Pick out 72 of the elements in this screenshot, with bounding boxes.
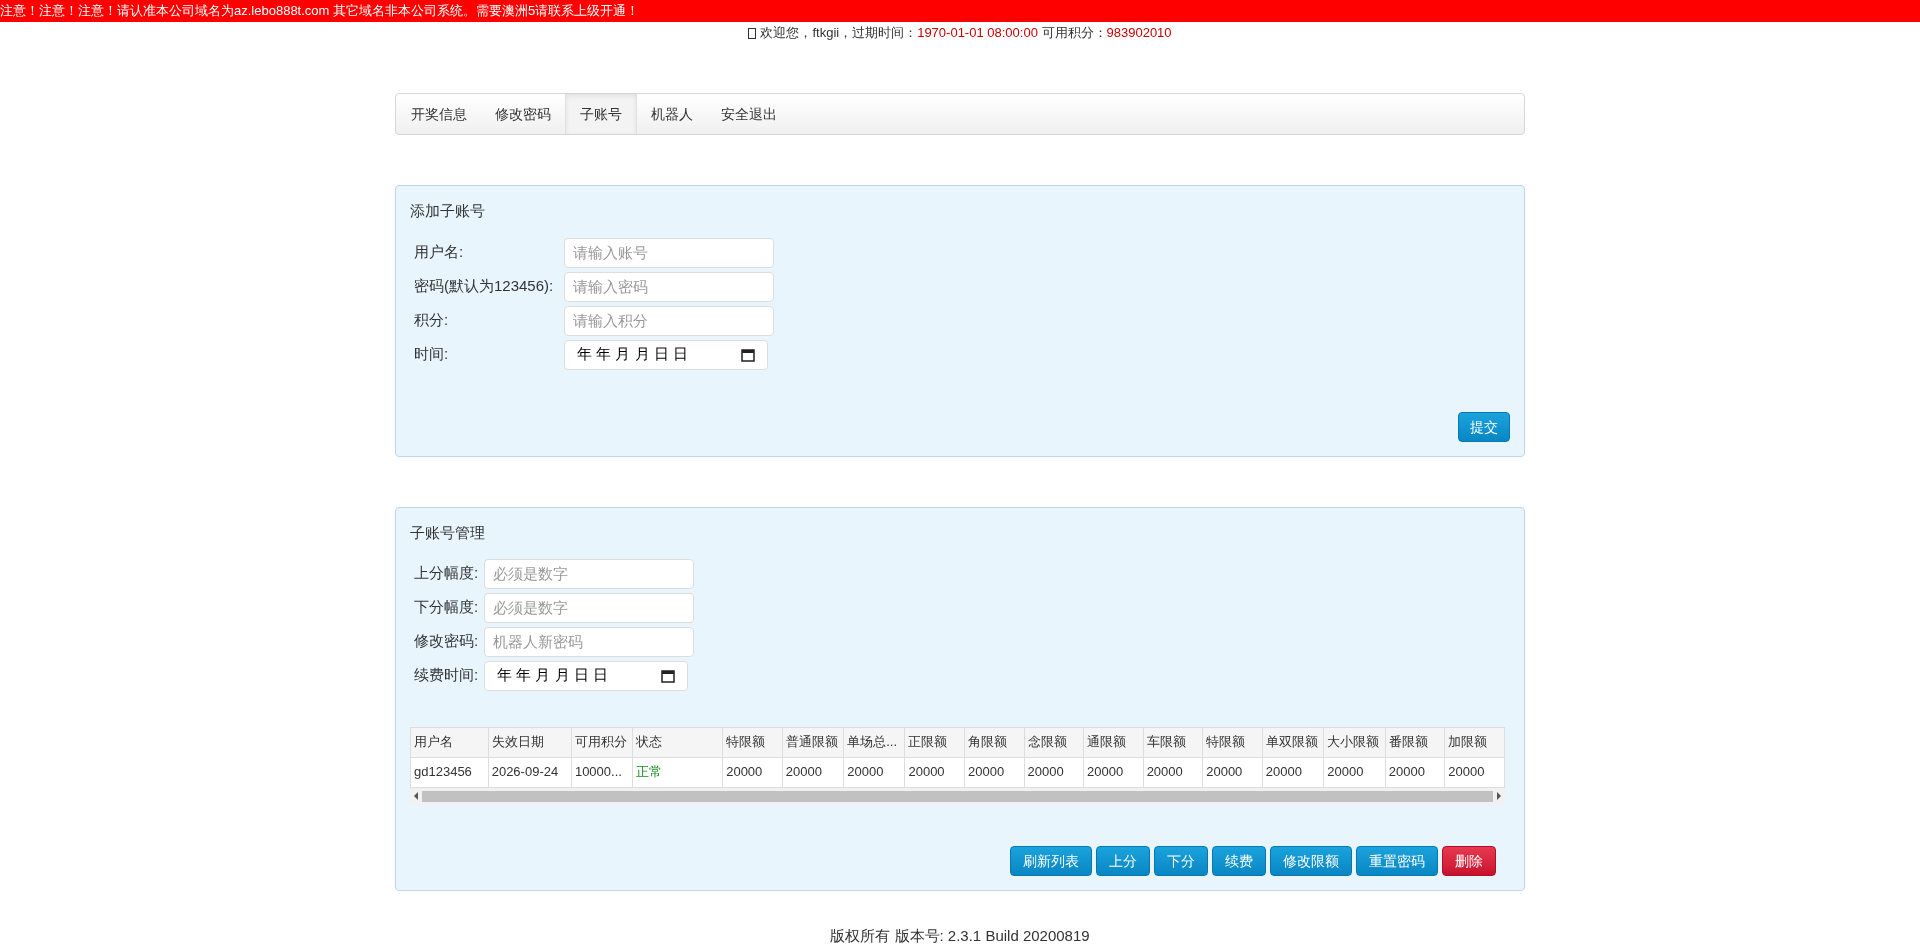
date-field[interactable]: 年 年 月 月 日 日 (564, 339, 768, 370)
nav-tab[interactable]: 机器人 (637, 94, 707, 134)
action-button[interactable]: 修改限额 (1270, 846, 1352, 876)
table-cell: 20000 (722, 757, 783, 787)
input-field[interactable]: 请输入账号 (564, 237, 774, 268)
table-cell: 20000 (1083, 757, 1144, 787)
calendar-icon (661, 668, 675, 683)
field-label: 修改密码: (413, 631, 480, 652)
input-field[interactable]: 必须是数字 (484, 592, 694, 623)
column-header: 念限额 (1024, 727, 1084, 757)
welcome-text: 欢迎您，ftkgii，过期时间：1970-01-01 08:00:00 可用积分：983902010 (760, 24, 1172, 43)
submit-button[interactable]: 提交 (1458, 412, 1510, 442)
column-header: 普通限额 (782, 727, 844, 757)
column-header: 加限额 (1444, 727, 1505, 757)
table-cell: 正常 (632, 757, 723, 787)
column-header: 可用积分 (571, 727, 633, 757)
column-header: 失效日期 (488, 727, 572, 757)
table-cell: 20000 (1444, 757, 1505, 787)
column-header: 正限额 (904, 727, 965, 757)
column-header: 单双限额 (1262, 727, 1324, 757)
calendar-icon (741, 347, 755, 362)
input-field[interactable]: 必须是数字 (484, 558, 694, 589)
action-button[interactable]: 上分 (1096, 846, 1150, 876)
column-header: 通限额 (1083, 727, 1144, 757)
field-label: 密码(默认为123456): (413, 276, 555, 297)
scroll-right-icon[interactable] (1495, 792, 1503, 800)
table-cell: 20000 (1202, 757, 1263, 787)
column-header: 单场总... (843, 727, 905, 757)
column-header: 番限额 (1385, 727, 1445, 757)
table-cell: 20000 (1323, 757, 1386, 787)
field-label: 续费时间: (413, 665, 480, 686)
column-header: 车限额 (1143, 727, 1203, 757)
input-field[interactable]: 机器人新密码 (484, 626, 694, 657)
table-cell: 20000 (843, 757, 905, 787)
footer-text: 版权所有 版本号: 2.3.1 Build 20200819 (830, 926, 1090, 946)
panel-title: 添加子账号 (410, 201, 486, 221)
action-button[interactable]: 删除 (1442, 846, 1496, 876)
input-field[interactable]: 请输入积分 (564, 305, 774, 336)
nav-tab[interactable]: 安全退出 (707, 94, 791, 134)
table-cell: 10000... (571, 757, 633, 787)
notice-bar: 注意！注意！注意！请认准本公司域名为az.lebo888t.com 其它域名非本公司系统。需要澳洲5请联系上级开通！ (0, 0, 1920, 22)
table-cell: 20000 (904, 757, 965, 787)
field-label: 积分: (413, 310, 450, 331)
action-button[interactable]: 重置密码 (1356, 846, 1438, 876)
table-cell: 2026-09-24 (488, 757, 572, 787)
nav-tab[interactable]: 开奖信息 (397, 94, 481, 134)
column-header: 用户名 (410, 727, 489, 757)
scroll-left-icon[interactable] (412, 792, 420, 800)
table-cell: 20000 (1024, 757, 1084, 787)
field-label: 用户名: (413, 242, 465, 263)
field-label: 下分幅度: (413, 597, 480, 618)
action-button[interactable]: 下分 (1154, 846, 1208, 876)
panel-title: 子账号管理 (410, 523, 486, 543)
column-header: 角限额 (964, 727, 1025, 757)
column-header: 状态 (632, 727, 723, 757)
nav-tab[interactable]: 子账号 (565, 94, 637, 134)
nav-tab[interactable]: 修改密码 (481, 94, 565, 134)
column-header: 特限额 (1202, 727, 1263, 757)
column-header: 大小限额 (1323, 727, 1386, 757)
input-field[interactable]: 请输入密码 (564, 271, 774, 302)
field-label: 上分幅度: (413, 563, 480, 584)
table-cell: 20000 (1262, 757, 1324, 787)
table-cell: 20000 (1385, 757, 1445, 787)
date-field[interactable]: 年 年 月 月 日 日 (484, 660, 688, 691)
table-cell: 20000 (782, 757, 844, 787)
column-header: 特限额 (722, 727, 783, 757)
action-button[interactable]: 刷新列表 (1010, 846, 1092, 876)
field-label: 时间: (413, 344, 450, 365)
table-cell: 20000 (964, 757, 1025, 787)
table-cell: 20000 (1143, 757, 1203, 787)
table-cell: gd123456 (410, 757, 489, 787)
action-button[interactable]: 续费 (1212, 846, 1266, 876)
